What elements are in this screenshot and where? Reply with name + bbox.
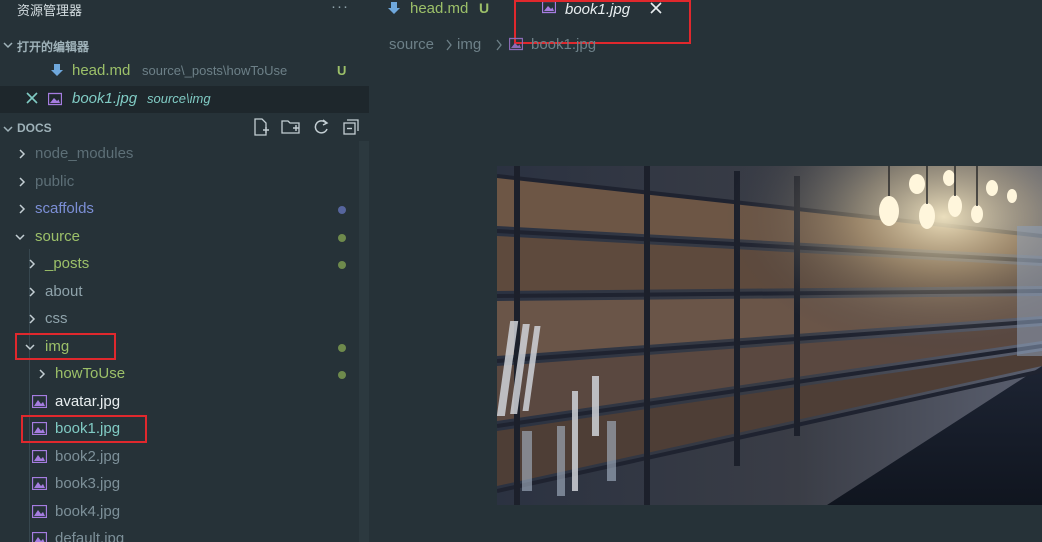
modified-dot [338, 206, 346, 214]
new-file-icon [254, 118, 269, 136]
image-file-icon [32, 505, 47, 518]
tree-folder-about[interactable]: about [0, 279, 359, 306]
open-editor-name: head.md [72, 62, 131, 79]
tree-file-book4-jpg[interactable]: book4.jpg [0, 499, 359, 526]
breadcrumb-item-img[interactable]: img [457, 36, 481, 53]
explorer-header: 资源管理器 ··· [0, 0, 369, 24]
untracked-dot [338, 234, 346, 242]
tree-label: book3.jpg [55, 475, 121, 492]
image-file-icon [32, 450, 47, 463]
untracked-dot [338, 344, 346, 352]
tree-file-book2-jpg[interactable]: book2.jpg [0, 444, 359, 471]
chevron-down-icon [15, 234, 25, 241]
collapse-all-icon [343, 119, 359, 135]
chevron-right-icon [496, 39, 502, 51]
docs-section-header[interactable]: DOCS [0, 114, 369, 141]
tree-label: book2.jpg [55, 448, 121, 465]
open-editor-item-head-md[interactable]: head.md source\_posts\howToUse U [0, 58, 369, 85]
open-editor-item-book1-jpg[interactable]: book1.jpg source\img [0, 86, 369, 113]
tree-file-book3-jpg[interactable]: book3.jpg [0, 471, 359, 498]
tree-label: avatar.jpg [55, 393, 121, 410]
open-editor-path: source\img [147, 91, 211, 106]
new-folder-button[interactable] [281, 117, 301, 137]
tree-label: _posts [45, 255, 90, 272]
tree-file-default-jpg[interactable]: default.jpg [0, 526, 359, 542]
open-editor-name: book1.jpg [72, 90, 138, 107]
tree-label: scaffolds [35, 200, 94, 217]
tab-label: head.md [410, 0, 469, 17]
editor-area: head.md U book1.jpg source img book1.jpg [369, 0, 1042, 542]
chevron-down-icon [3, 126, 13, 133]
tree-folder-howtouse[interactable]: howToUse [0, 361, 359, 388]
untracked-dot [338, 371, 346, 379]
chevron-right-icon [29, 259, 36, 269]
tree-label: css [45, 310, 68, 327]
untracked-dot [338, 261, 346, 269]
image-file-icon [48, 92, 62, 106]
chevron-down-icon [3, 42, 13, 49]
more-actions-button[interactable]: ··· [331, 0, 349, 15]
new-folder-icon [281, 120, 300, 134]
bookshelf-photo [497, 166, 1042, 505]
tree-label: default.jpg [55, 530, 125, 542]
chevron-right-icon [29, 314, 36, 324]
chevron-right-icon [39, 369, 46, 379]
collapse-all-button[interactable] [341, 117, 361, 137]
markdown-arrow-icon [388, 2, 400, 14]
docs-label: DOCS [17, 121, 52, 135]
explorer-sidebar: 资源管理器 ··· 打开的编辑器 head.md source\_posts\h… [0, 0, 369, 542]
chevron-right-icon [19, 149, 26, 159]
tree-folder-public[interactable]: public [0, 169, 359, 196]
highlight-box-book1 [21, 415, 147, 443]
git-untracked-badge: U [337, 63, 347, 78]
close-icon[interactable] [25, 91, 39, 105]
image-file-icon [32, 477, 47, 490]
tab-bar: head.md U book1.jpg [369, 0, 1042, 44]
chevron-right-icon [29, 287, 36, 297]
highlight-box-img [15, 333, 116, 360]
open-editors-section-header[interactable]: 打开的编辑器 [0, 34, 369, 58]
tree-label: public [35, 173, 75, 190]
chevron-right-icon [446, 39, 452, 51]
tree-folder-node-modules[interactable]: node_modules [0, 141, 359, 168]
refresh-button[interactable] [311, 117, 331, 137]
breadcrumb-item-book1[interactable]: book1.jpg [531, 36, 596, 53]
tree-file-avatar-jpg[interactable]: avatar.jpg [0, 389, 359, 416]
breadcrumb-item-source[interactable]: source [389, 36, 434, 53]
tree-label: about [45, 283, 83, 300]
git-untracked-badge: U [479, 0, 490, 16]
new-file-button[interactable] [251, 117, 271, 137]
explorer-title: 资源管理器 [17, 3, 83, 18]
tree-folder-scaffolds[interactable]: scaffolds [0, 196, 359, 223]
chevron-right-icon [19, 204, 26, 214]
image-file-icon [509, 37, 523, 51]
tree-label: source [35, 228, 81, 245]
chevron-right-icon [19, 177, 26, 187]
image-file-icon [32, 532, 47, 542]
sidebar-scrollbar[interactable] [359, 141, 369, 542]
refresh-icon [314, 119, 329, 134]
tree-folder-css[interactable]: css [0, 306, 359, 333]
tree-label: node_modules [35, 145, 134, 162]
open-editors-label: 打开的编辑器 [17, 40, 90, 54]
image-file-icon [32, 395, 47, 408]
tab-head-md[interactable]: head.md U [369, 0, 509, 30]
open-editor-path: source\_posts\howToUse [142, 63, 288, 78]
tree-label: howToUse [55, 365, 126, 382]
tree-label: book4.jpg [55, 503, 121, 520]
tree-folder-posts[interactable]: _posts [0, 251, 359, 278]
tree-folder-source[interactable]: source [0, 224, 359, 251]
markdown-arrow-icon [51, 64, 63, 76]
image-preview [497, 166, 1042, 505]
